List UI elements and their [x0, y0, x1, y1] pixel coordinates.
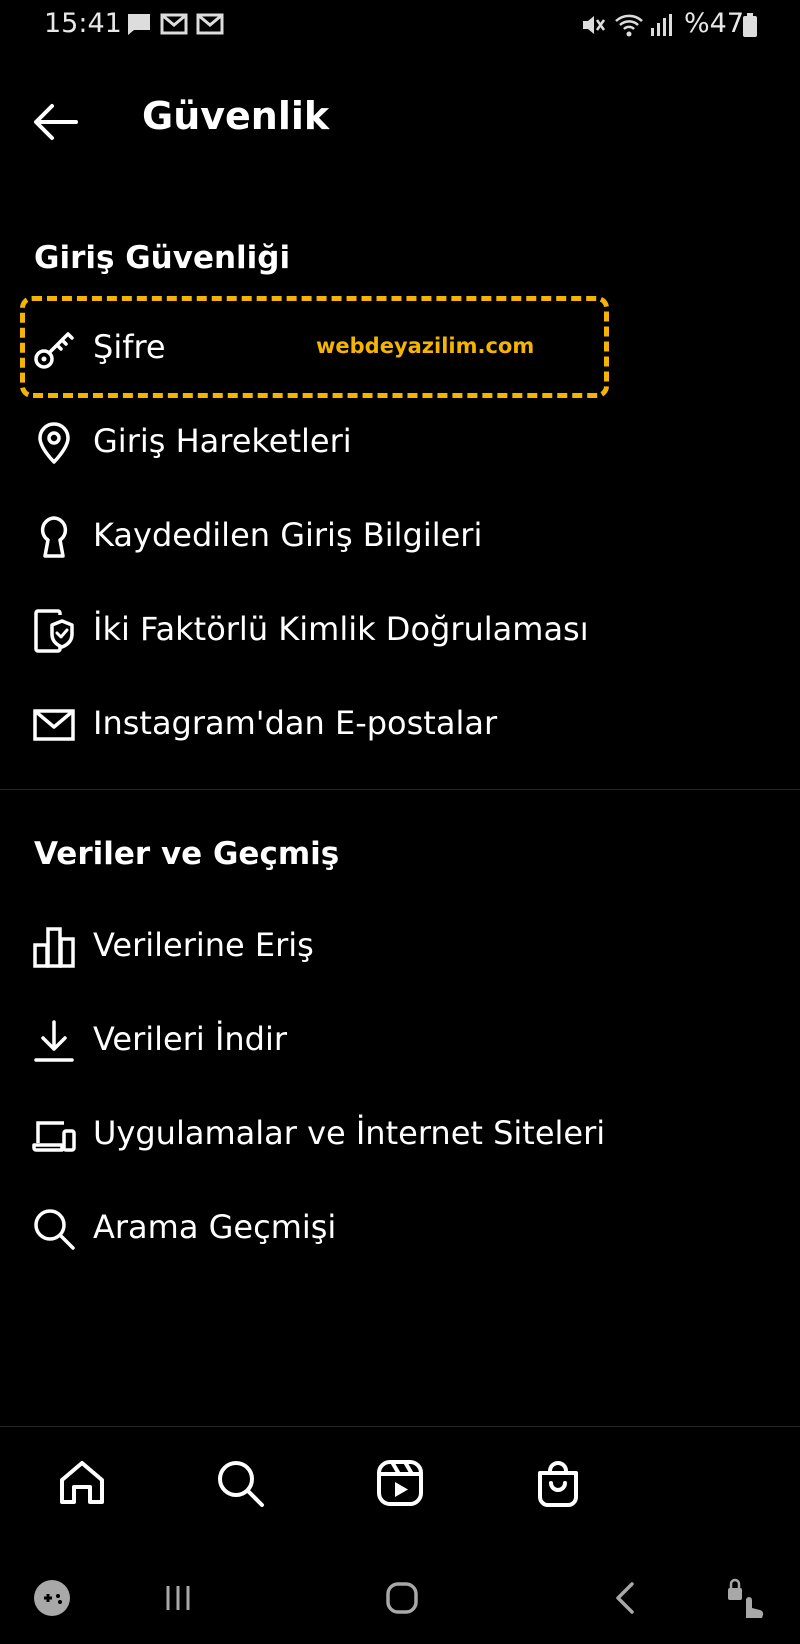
nav-home-button[interactable]	[54, 1455, 110, 1511]
menu-item-login-activity[interactable]: Giriş Hareketleri	[0, 402, 800, 484]
back-system-button[interactable]	[602, 1574, 650, 1622]
signal-icon	[651, 14, 672, 36]
menu-item-search-history[interactable]: Arama Geçmişi	[0, 1188, 800, 1270]
status-bar: 15:41 %47	[0, 0, 800, 50]
menu-label: İki Faktörlü Kimlik Doğrulaması	[93, 610, 589, 648]
envelope-icon	[33, 709, 75, 741]
game-launcher-icon	[34, 1580, 70, 1616]
lock-gesture-button[interactable]	[722, 1574, 770, 1622]
battery-percent: %47	[684, 8, 745, 39]
keyhole-icon	[40, 516, 68, 558]
shop-icon	[538, 1461, 578, 1507]
mail-icon	[160, 13, 188, 35]
nav-shop-button[interactable]	[530, 1455, 586, 1511]
mail-icon	[196, 13, 224, 35]
wifi-icon	[615, 14, 643, 37]
lock-gesture-icon	[728, 1578, 764, 1618]
menu-label: Verilerine Eriş	[93, 926, 314, 964]
menu-item-saved-login-info[interactable]: Kaydedilen Giriş Bilgileri	[0, 496, 800, 578]
nav-reels-button[interactable]	[372, 1455, 428, 1511]
search-icon	[34, 1209, 75, 1250]
battery-icon	[743, 13, 757, 37]
menu-item-instagram-emails[interactable]: Instagram'dan E-postalar	[0, 684, 800, 766]
bottom-nav	[0, 1426, 800, 1527]
menu-label: Kaydedilen Giriş Bilgileri	[93, 516, 483, 554]
menu-label: Verileri İndir	[93, 1020, 288, 1058]
location-pin-icon	[38, 422, 70, 464]
arrow-left-icon	[34, 104, 78, 140]
key-icon	[34, 332, 74, 369]
system-nav	[0, 1556, 800, 1644]
page-title: Güvenlik	[142, 94, 330, 138]
devices-icon	[32, 1121, 76, 1152]
shield-phone-icon	[34, 609, 74, 653]
menu-label: Giriş Hareketleri	[93, 422, 352, 460]
recents-button[interactable]	[154, 1574, 202, 1622]
chat-icon	[128, 14, 150, 35]
back-button[interactable]	[28, 94, 84, 150]
section-divider	[0, 789, 800, 790]
bar-chart-icon	[33, 927, 75, 968]
mute-icon	[583, 16, 606, 34]
download-icon	[34, 1020, 74, 1062]
search-icon	[218, 1461, 264, 1507]
menu-item-download-data[interactable]: Verileri İndir	[0, 1000, 800, 1082]
menu-item-access-data[interactable]: Verilerine Eriş	[0, 906, 800, 988]
menu-item-two-factor-auth[interactable]: İki Faktörlü Kimlik Doğrulaması	[0, 590, 800, 672]
recents-icon	[166, 1586, 190, 1610]
back-icon	[616, 1582, 634, 1614]
menu-label: Arama Geçmişi	[93, 1208, 337, 1246]
status-time: 15:41	[44, 8, 122, 39]
game-launcher-button[interactable]	[28, 1574, 76, 1622]
section-title-login-security: Giriş Güvenliği	[34, 240, 291, 276]
menu-label: Şifre	[93, 328, 166, 366]
section-title-data-history: Veriler ve Geçmiş	[34, 836, 340, 872]
home-icon	[60, 1461, 104, 1504]
menu-item-password[interactable]: Şifre	[0, 308, 800, 390]
home-button-icon	[386, 1582, 418, 1614]
menu-label: Instagram'dan E-postalar	[93, 704, 498, 742]
nav-search-button[interactable]	[212, 1455, 268, 1511]
menu-item-apps-websites[interactable]: Uygulamalar ve İnternet Siteleri	[0, 1094, 800, 1176]
menu-label: Uygulamalar ve İnternet Siteleri	[93, 1114, 606, 1152]
home-system-button[interactable]	[378, 1574, 426, 1622]
reels-icon	[377, 1460, 423, 1506]
header: Güvenlik	[0, 80, 800, 160]
